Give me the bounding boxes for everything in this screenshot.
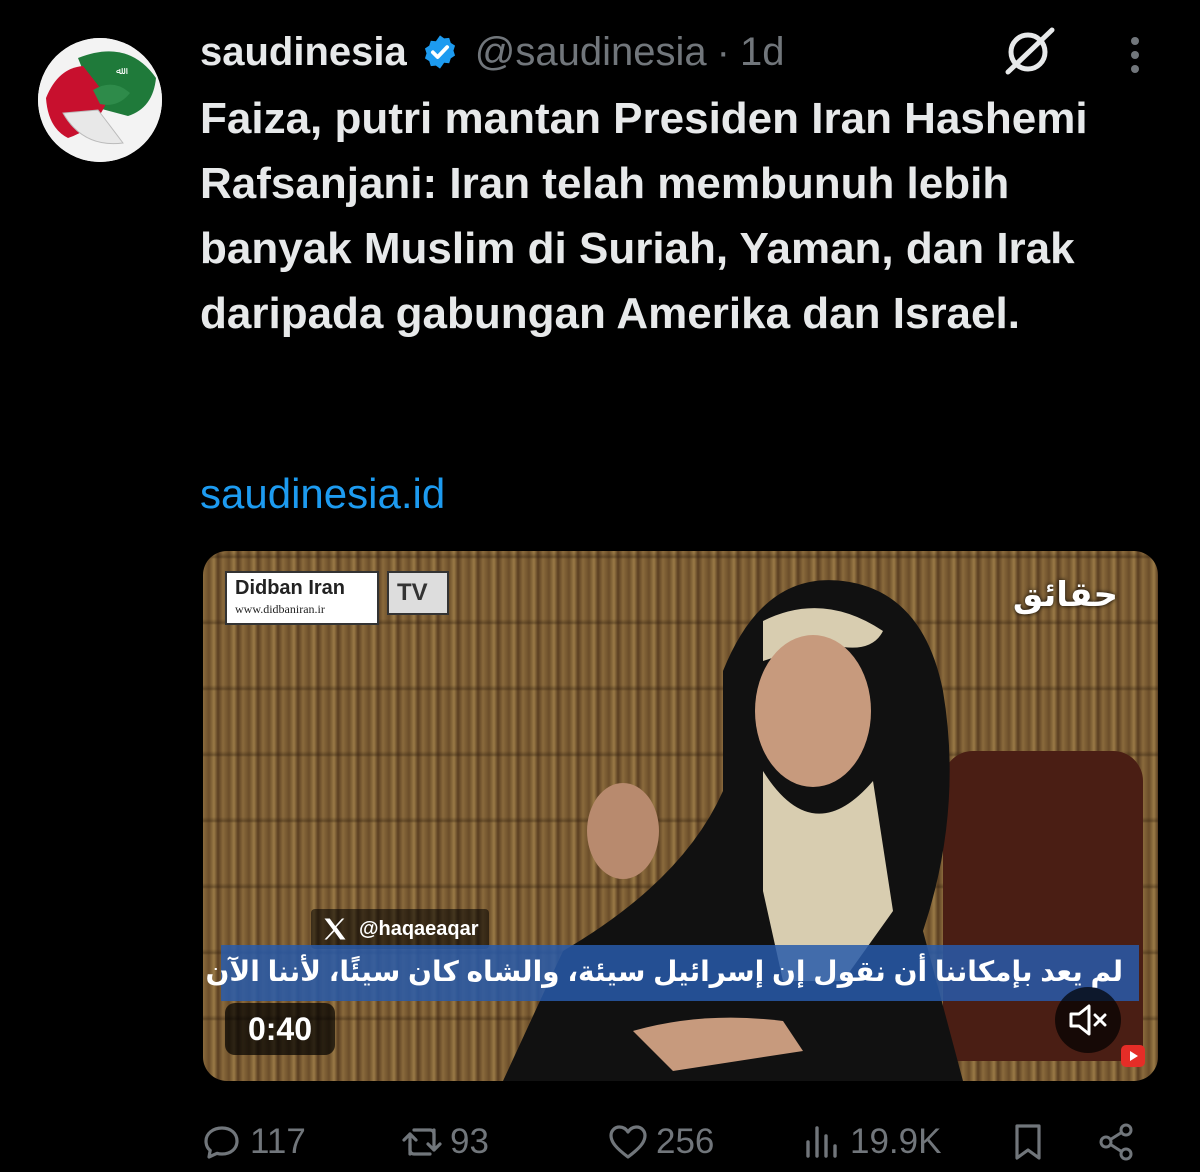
bookmark-button[interactable] xyxy=(1006,1112,1056,1172)
video-player[interactable]: Didban Iran www.didbaniran.ir TV حقائق @… xyxy=(203,551,1158,1081)
post-header: saudinesia @saudinesia · 1d xyxy=(200,24,784,80)
logo-url: www.didbaniran.ir xyxy=(235,602,325,616)
views-button[interactable]: 19.9K xyxy=(800,1112,941,1172)
share-button[interactable] xyxy=(1094,1112,1144,1172)
logo-title: Didban Iran xyxy=(235,577,346,599)
watermark-handle-text: @haqaeaqar xyxy=(359,917,479,940)
like-button[interactable]: 256 xyxy=(606,1112,714,1172)
verified-badge-icon xyxy=(421,33,459,71)
post-link[interactable]: saudinesia.id xyxy=(200,470,445,518)
subtitle-bar: لم يعد بإمكاننا أن نقول إن إسرائيل سيئة،… xyxy=(203,945,1139,1001)
channel-logo: Didban Iran www.didbaniran.ir xyxy=(225,571,379,625)
separator-dot: · xyxy=(716,29,730,74)
post-timestamp[interactable]: 1d xyxy=(740,30,785,75)
repost-count: 93 xyxy=(450,1122,489,1161)
video-duration: 0:40 xyxy=(225,1003,335,1055)
tv-badge: TV xyxy=(387,571,449,615)
mute-button[interactable] xyxy=(1055,987,1121,1053)
x-logo-icon xyxy=(324,918,346,940)
user-handle[interactable]: @saudinesia xyxy=(475,30,707,75)
repost-icon xyxy=(402,1128,442,1156)
post-text: Faiza, putri mantan Presiden Iran Hashem… xyxy=(200,94,1088,338)
youtube-icon xyxy=(1121,1045,1145,1067)
speaker-muted-icon xyxy=(1069,1004,1107,1036)
action-bar: 117 93 256 19.9K xyxy=(0,1112,1200,1172)
views-chart-icon xyxy=(806,1126,837,1158)
subtitle-text: لم يعد بإمكاننا أن نقول إن إسرائيل سيئة،… xyxy=(203,956,1123,987)
reply-count: 117 xyxy=(250,1122,306,1161)
watermark-handle: @haqaeaqar xyxy=(311,909,489,949)
bookmark-icon xyxy=(1015,1124,1041,1160)
channel-label: حقائق xyxy=(1012,576,1118,614)
reply-button[interactable]: 117 xyxy=(200,1112,306,1172)
display-name[interactable]: saudinesia xyxy=(200,30,407,75)
like-count: 256 xyxy=(656,1122,715,1161)
views-count: 19.9K xyxy=(850,1122,942,1161)
tv-label: TV xyxy=(397,579,428,606)
heart-icon xyxy=(609,1125,647,1159)
avatar[interactable]: ﷲ xyxy=(38,38,162,162)
share-icon xyxy=(1099,1123,1133,1161)
repost-button[interactable]: 93 xyxy=(400,1112,489,1172)
grok-icon[interactable] xyxy=(1000,26,1058,76)
speaker-figure xyxy=(503,580,963,1081)
reply-icon xyxy=(204,1126,239,1159)
avatar-logo-icon: ﷲ xyxy=(38,38,162,162)
more-options-icon[interactable] xyxy=(1120,32,1150,78)
